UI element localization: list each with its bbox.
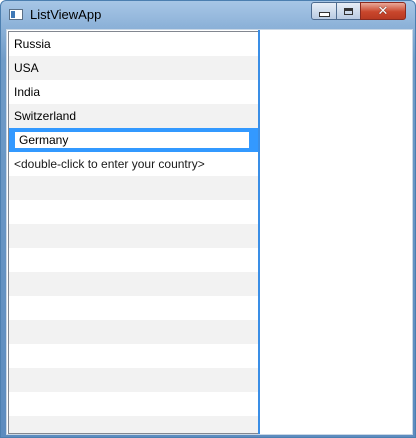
empty-row xyxy=(9,272,258,296)
empty-row xyxy=(9,176,258,200)
maximize-icon xyxy=(344,7,353,15)
maximize-button[interactable] xyxy=(336,2,361,20)
list-item[interactable]: USA xyxy=(9,56,258,80)
list-item[interactable]: India xyxy=(9,80,258,104)
close-icon: ✕ xyxy=(377,3,389,19)
title-bar[interactable]: ListViewApp ✕ xyxy=(1,1,415,29)
detail-pane xyxy=(260,31,410,432)
empty-row xyxy=(9,392,258,416)
minimize-button[interactable] xyxy=(311,2,337,20)
country-list[interactable]: Russia USA India Switzerland <double-cli… xyxy=(8,31,259,434)
list-item[interactable]: Switzerland xyxy=(9,104,258,128)
minimize-icon xyxy=(318,11,330,17)
empty-row xyxy=(9,296,258,320)
close-button[interactable]: ✕ xyxy=(360,2,406,20)
window-title: ListViewApp xyxy=(30,7,102,22)
client-area: Russia USA India Switzerland <double-cli… xyxy=(6,29,413,435)
empty-row xyxy=(9,224,258,248)
empty-row xyxy=(9,416,258,433)
empty-row xyxy=(9,344,258,368)
list-item[interactable]: Russia xyxy=(9,32,258,56)
app-window: ListViewApp ✕ Russia USA India Switzerla… xyxy=(0,0,416,438)
add-country-hint[interactable]: <double-click to enter your country> xyxy=(9,152,258,176)
list-item-editing[interactable] xyxy=(9,128,258,152)
app-window-icon xyxy=(9,9,23,20)
empty-row xyxy=(9,200,258,224)
country-edit-input[interactable] xyxy=(13,130,251,150)
empty-row xyxy=(9,248,258,272)
empty-row xyxy=(9,368,258,392)
empty-row xyxy=(9,320,258,344)
